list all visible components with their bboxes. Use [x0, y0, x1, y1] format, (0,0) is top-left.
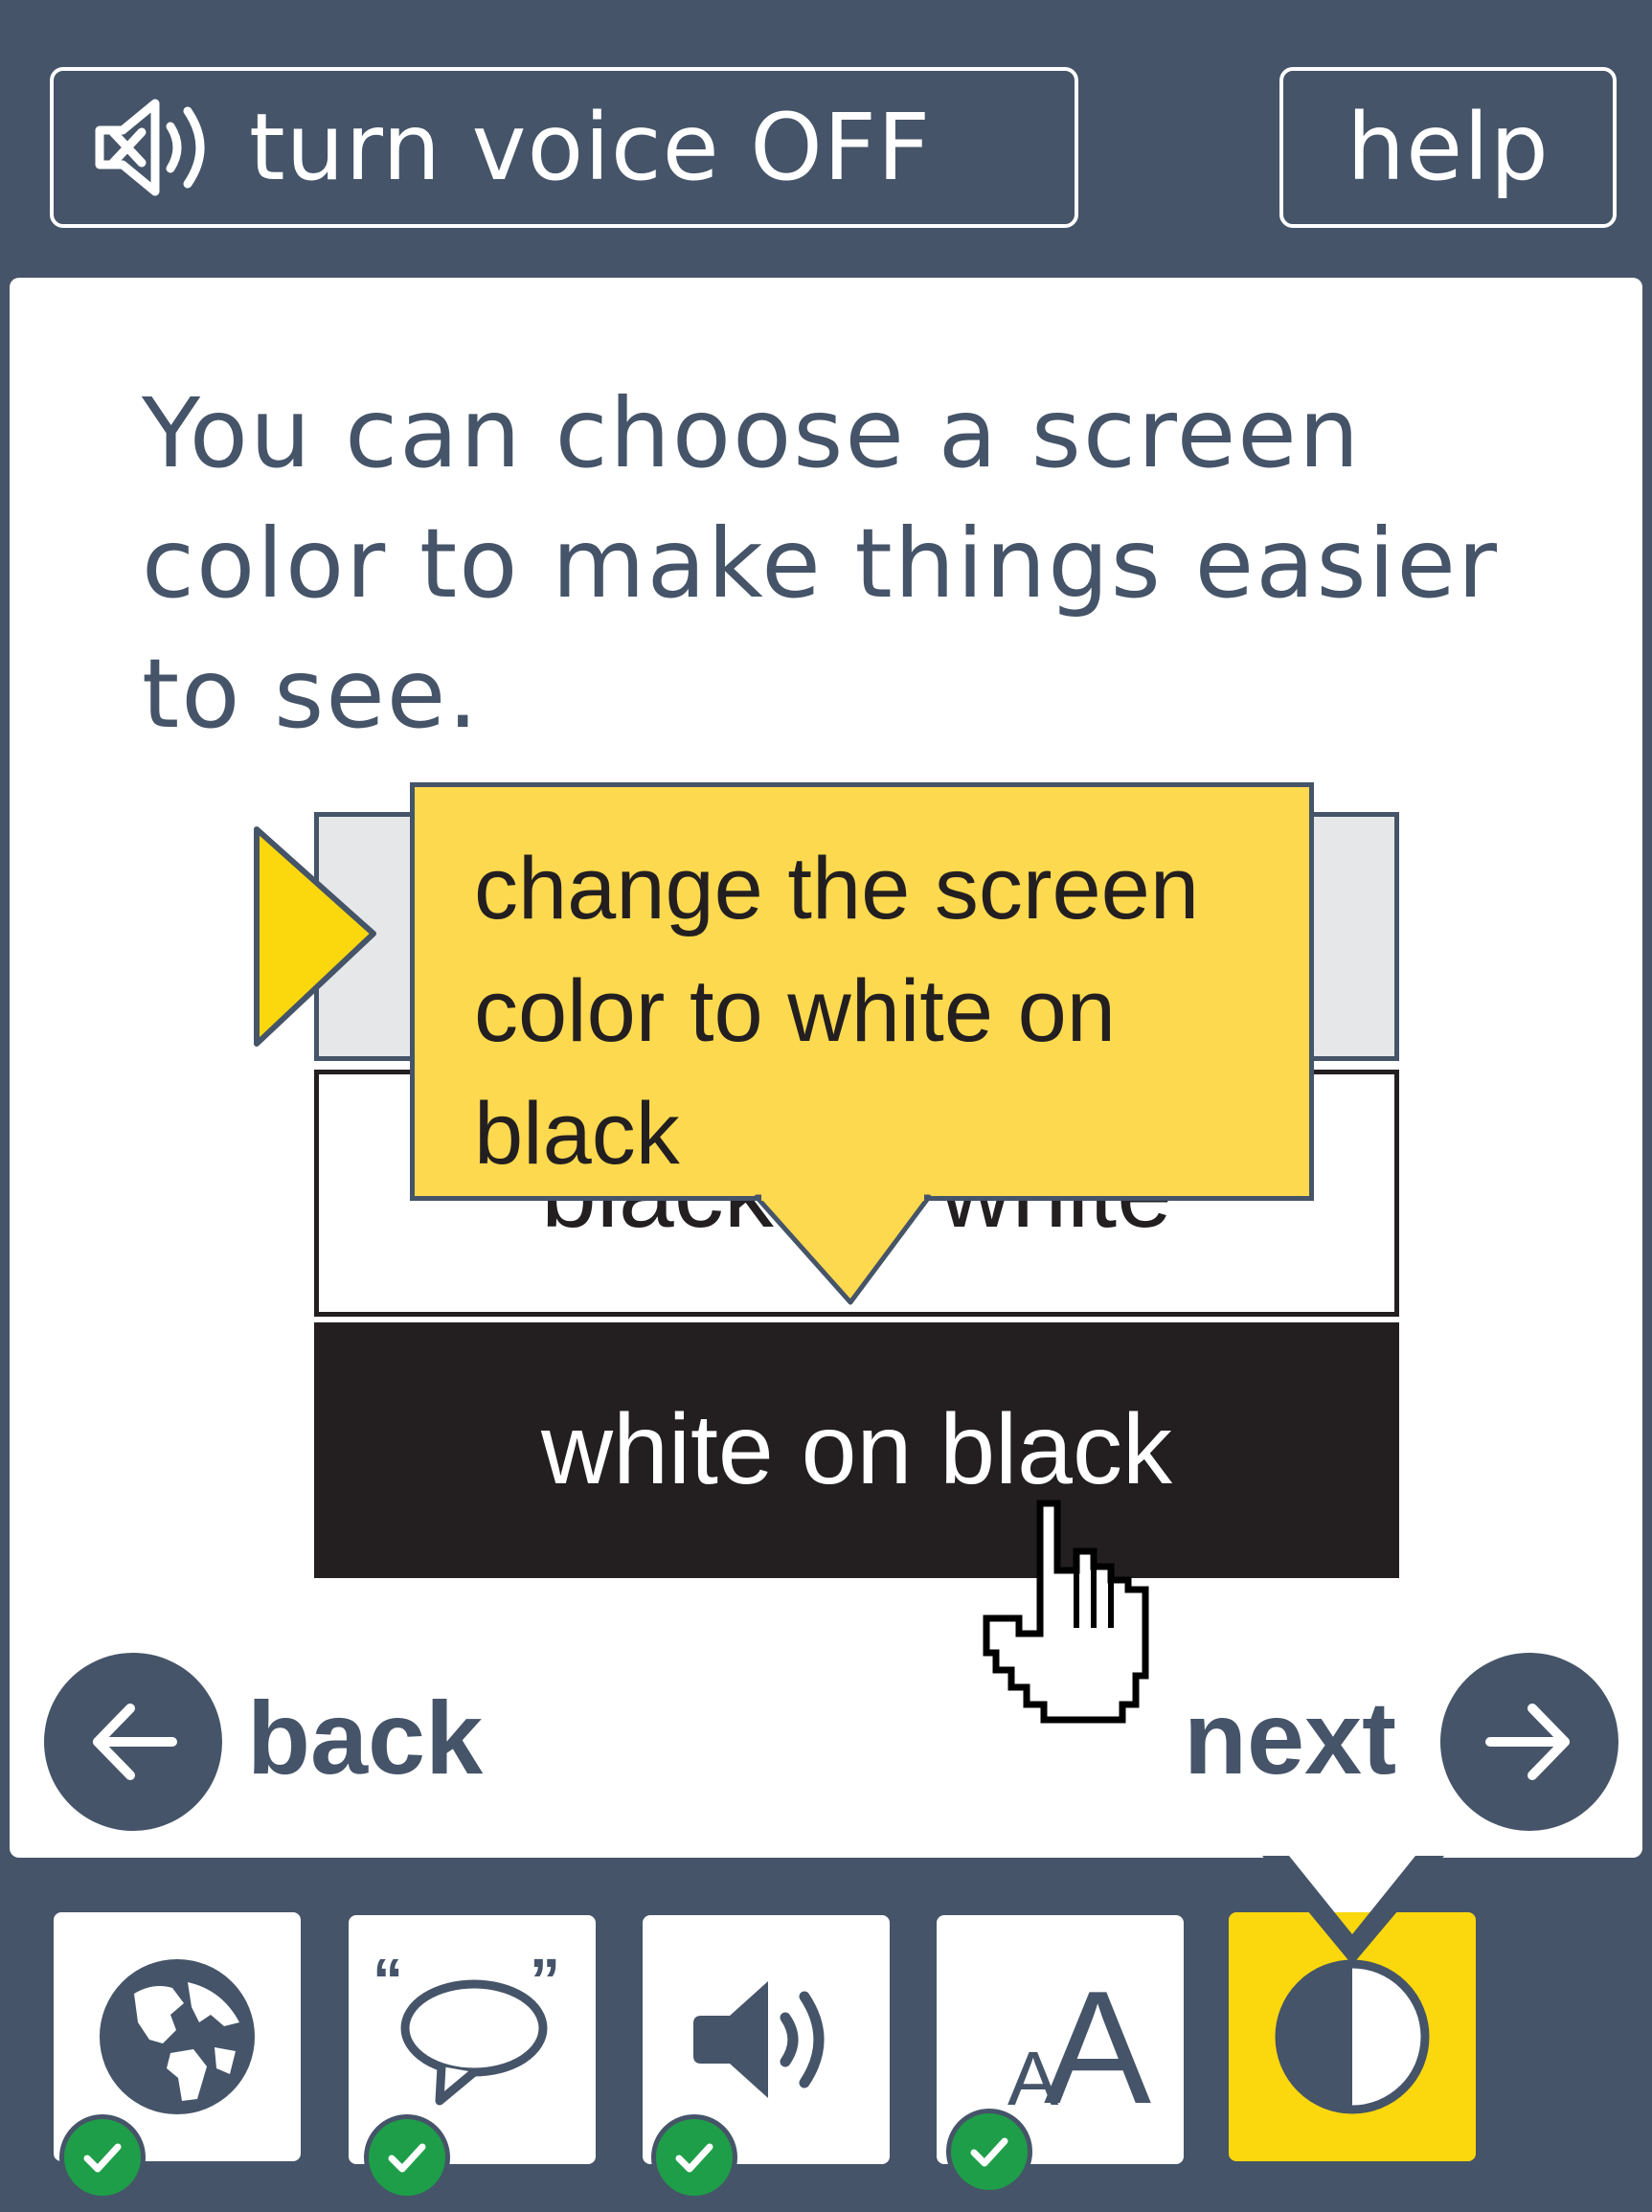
voice-toggle-button[interactable]: turn voice OFF	[50, 67, 1078, 228]
back-label[interactable]: back	[247, 1678, 483, 1797]
text-size-check-icon	[946, 2109, 1032, 2195]
option-label: white on black	[540, 1394, 1173, 1505]
svg-text:“: “	[373, 1946, 403, 2015]
arrow-left-icon	[93, 1704, 177, 1780]
speech-bubble-icon: “ ”	[373, 1946, 560, 2106]
big-a-glyph: A	[1044, 1957, 1152, 2137]
next-label[interactable]: next	[1184, 1678, 1396, 1797]
speaker-icon	[693, 1981, 825, 2098]
tooltip: change the screen color to white on blac…	[410, 782, 1314, 1201]
tool-contrast[interactable]	[1229, 1912, 1476, 2161]
help-label: help	[1346, 94, 1550, 201]
back-button[interactable]	[44, 1653, 222, 1831]
arrow-right-icon	[1485, 1704, 1570, 1780]
instruction-text: You can choose a screen color to make th…	[142, 377, 1499, 750]
tooltip-text: change the screen color to white on blac…	[474, 840, 1199, 1183]
contrast-icon	[1275, 1959, 1430, 2114]
text-size-icon: A A	[969, 1944, 1151, 2137]
language-check-icon	[59, 2114, 146, 2201]
voice-toggle-label: turn voice OFF	[249, 94, 932, 201]
app-frame: turn voice OFF help You can choose a scr…	[0, 0, 1652, 2212]
audio-check-icon	[651, 2114, 737, 2201]
speaker-muted-icon	[95, 99, 205, 196]
globe-icon	[100, 1959, 255, 2114]
help-button[interactable]: help	[1279, 67, 1617, 228]
option-white-on-black[interactable]: white on black	[314, 1322, 1399, 1578]
speech-check-icon	[364, 2114, 450, 2201]
next-button[interactable]	[1440, 1653, 1618, 1831]
